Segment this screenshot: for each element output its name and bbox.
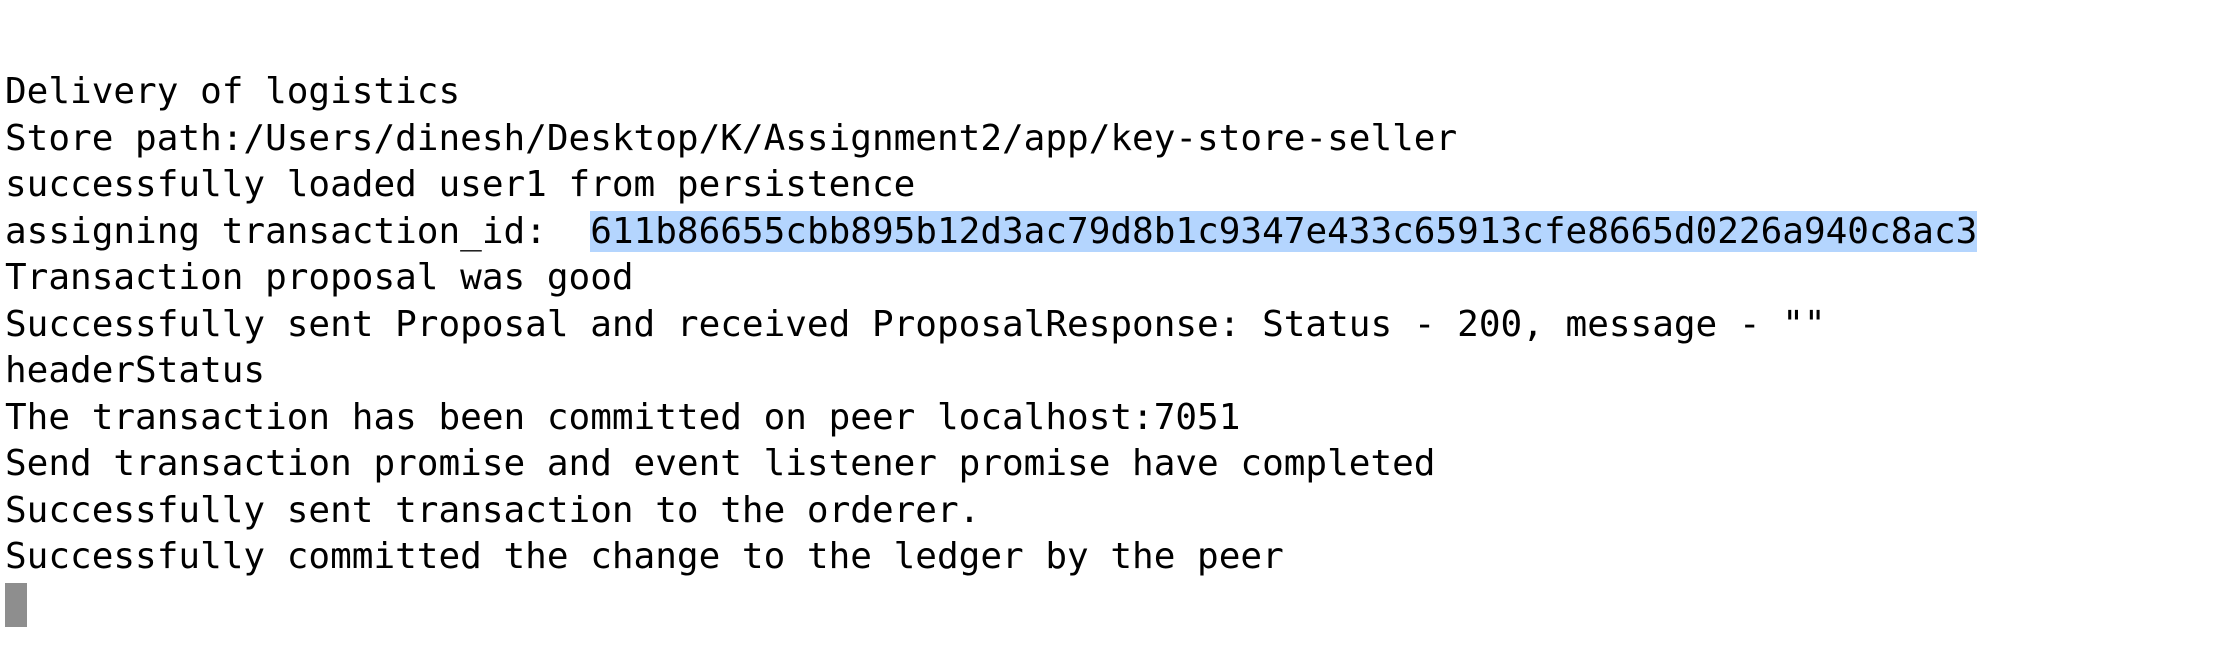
- selected-transaction-id[interactable]: 611b86655cbb895b12d3ac79d8b1c9347e433c65…: [590, 210, 1978, 252]
- output-line: Send transaction promise and event liste…: [5, 443, 1436, 484]
- output-line: Transaction proposal was good: [5, 257, 634, 298]
- prompt-line[interactable]: [5, 581, 2214, 628]
- output-line: The transaction has been committed on pe…: [5, 396, 1241, 438]
- output-line-transaction-id: assigning transaction_id: 611b86655cbb89…: [5, 209, 2214, 256]
- output-line: Successfully sent Proposal and received …: [5, 303, 1826, 345]
- output-line: Store path:/Users/dinesh/Desktop/K/Assig…: [5, 117, 1458, 159]
- terminal-output[interactable]: Delivery of logistics Store path:/Users/…: [0, 0, 2214, 652]
- output-line: Successfully committed the change to the…: [5, 536, 1284, 577]
- output-line: Delivery of logistics: [5, 71, 461, 112]
- transaction-id-label: assigning transaction_id:: [5, 210, 591, 252]
- output-line: successfully loaded user1 from persisten…: [5, 164, 916, 205]
- output-line: headerStatus: [5, 350, 266, 391]
- text-cursor: [5, 582, 27, 627]
- output-line: Successfully sent transaction to the ord…: [5, 489, 981, 531]
